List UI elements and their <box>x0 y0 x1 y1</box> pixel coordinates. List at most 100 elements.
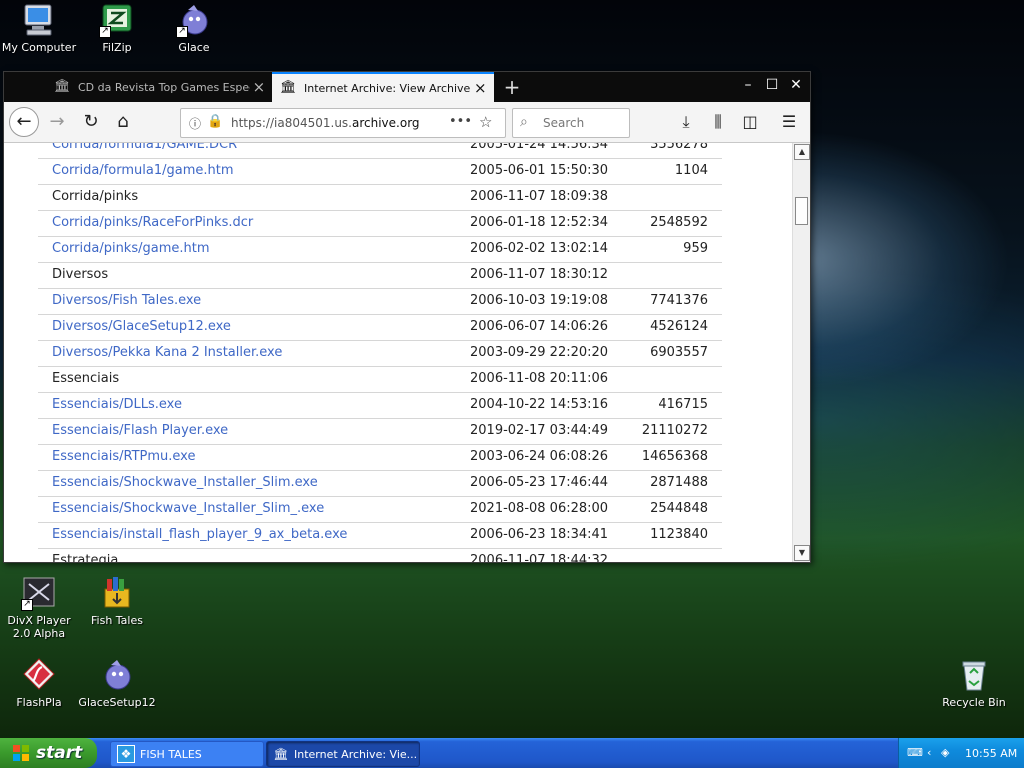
file-size: 2544848 <box>650 501 708 516</box>
file-date: 2006-05-23 17:46:44 <box>470 475 609 490</box>
desktop-icon-label: My Computer <box>1 41 77 54</box>
desktop-icon-fish-tales[interactable]: Fish Tales <box>78 575 156 627</box>
network-icon[interactable]: ◈ <box>941 746 949 759</box>
search-field[interactable]: ⌕ Search <box>512 108 630 138</box>
file-link[interactable]: Essenciais/DLLs.exe <box>52 397 182 412</box>
file-link[interactable]: Corrida/pinks/RaceForPinks.dcr <box>52 215 253 230</box>
bookmark-star-icon[interactable]: ☆ <box>479 113 492 131</box>
desktop-icon-glacesetup12[interactable]: GlaceSetup12 <box>78 657 156 709</box>
maximize-button[interactable]: ☐ <box>762 75 782 95</box>
vertical-scrollbar[interactable]: ▲ ▼ <box>792 143 810 562</box>
url-host: archive.org <box>352 116 420 130</box>
url-prefix: https://ia804501.us. <box>231 116 352 130</box>
file-size: 1104 <box>674 163 708 178</box>
file-date: 2006-10-03 19:19:08 <box>470 293 609 308</box>
file-size: 14656368 <box>641 449 708 464</box>
new-tab-button[interactable]: + <box>500 75 524 99</box>
table-row: Corrida/pinks/RaceForPinks.dcr 2006-01-18… <box>38 211 722 237</box>
file-link[interactable]: Corrida/pinks/game.htm <box>52 241 210 256</box>
minimize-button[interactable]: – <box>738 75 758 95</box>
menu-icon[interactable]: ☰ <box>775 107 803 137</box>
file-link[interactable]: Corrida/formula1/game.htm <box>52 163 234 178</box>
close-tab-icon[interactable]: × <box>250 78 268 96</box>
taskbar-button-label: Internet Archive: Vie... <box>294 747 418 761</box>
file-link[interactable]: Diversos/Fish Tales.exe <box>52 293 201 308</box>
desktop-icon-my-computer[interactable]: My Computer <box>0 2 78 54</box>
installer-box-icon <box>99 575 135 611</box>
archive-favicon-icon: 🏛 <box>280 80 297 95</box>
file-link[interactable]: Essenciais/Shockwave_Installer_Slim.exe <box>52 475 318 490</box>
sidebar-icon[interactable]: ◫ <box>736 107 764 137</box>
table-row: Corrida/pinks 2006-11-07 18:09:38 <box>38 185 722 211</box>
desktop-icon-glace[interactable]: ↗ Glace <box>155 2 233 54</box>
start-button[interactable]: start <box>0 738 97 768</box>
close-tab-icon[interactable]: × <box>470 79 490 97</box>
file-date: 2006-02-02 13:02:14 <box>470 241 609 256</box>
archive-favicon-icon: 🏛 <box>54 79 71 94</box>
flash-player-icon <box>21 657 57 693</box>
file-date: 2006-11-07 18:30:12 <box>470 267 609 282</box>
page-actions-icon[interactable]: ••• <box>449 114 472 129</box>
file-link[interactable]: Essenciais/RTPmu.exe <box>52 449 195 464</box>
address-bar[interactable]: ⓘ 🔒 https://ia804501.us.archive.org ••• … <box>180 108 506 138</box>
taskbar-button-internet-archive[interactable]: 🏛 Internet Archive: Vie... <box>266 741 420 767</box>
file-size: 21110272 <box>641 423 708 438</box>
file-date: 2004-10-22 14:53:16 <box>470 397 609 412</box>
desktop-icon-filzip[interactable]: ↗ FilZip <box>78 2 156 54</box>
tab-internet-archive[interactable]: 🏛 Internet Archive: View Archive × <box>272 72 494 102</box>
tab-title: CD da Revista Top Games Especial <box>78 80 250 94</box>
search-placeholder: Search <box>543 116 585 130</box>
glace-icon <box>99 657 135 693</box>
file-date: 2006-11-07 18:09:38 <box>470 189 609 204</box>
taskbar-button-fish-tales[interactable]: ❖ FISH TALES <box>110 741 264 767</box>
table-row: Essenciais/RTPmu.exe 2003-06-24 06:08:26 1… <box>38 445 722 471</box>
table-row: Essenciais 2006-11-08 20:11:06 <box>38 367 722 393</box>
desktop-icon-label: FlashPla <box>16 696 62 709</box>
file-link[interactable]: Corrida/formula1/GAME.DCR <box>52 143 237 152</box>
downloads-icon[interactable]: ⤓ <box>672 107 700 137</box>
computer-icon <box>21 2 57 38</box>
file-size: 959 <box>683 241 708 256</box>
folder-name: Estrategia <box>52 553 119 562</box>
tab-cd-revista[interactable]: 🏛 CD da Revista Top Games Especial × <box>46 72 268 102</box>
shortcut-arrow-icon: ↗ <box>176 26 188 38</box>
file-link[interactable]: Essenciais/Shockwave_Installer_Slim_.exe <box>52 501 324 516</box>
desktop-icon-label: Fish Tales <box>91 614 143 627</box>
file-link[interactable]: Essenciais/install_flash_player_9_ax_bet… <box>52 527 347 542</box>
table-row: Corrida/formula1/GAME.DCR 2005-01-24 14:5… <box>38 143 722 159</box>
desktop-icon-divx-player[interactable]: ↗ DivX Player 2.0 Alpha <box>0 575 78 640</box>
file-date: 2006-11-07 18:44:32 <box>470 553 609 562</box>
back-button[interactable]: ← <box>9 107 39 137</box>
scrollbar-thumb[interactable] <box>795 197 808 225</box>
desktop-icon-flashpla[interactable]: FlashPla <box>0 657 78 709</box>
home-button[interactable]: ⌂ <box>108 107 138 137</box>
reload-button[interactable]: ↻ <box>76 107 106 137</box>
file-link[interactable]: Essenciais/Flash Player.exe <box>52 423 228 438</box>
recycle-bin-icon <box>956 657 992 693</box>
library-icon[interactable]: ⫼ <box>704 107 732 137</box>
lock-icon: 🔒 <box>207 114 224 129</box>
file-link[interactable]: Diversos/GlaceSetup12.exe <box>52 319 231 334</box>
fish-tales-app-icon: ❖ <box>117 745 135 763</box>
info-icon[interactable]: ⓘ <box>189 115 201 132</box>
url-text: https://ia804501.us.archive.org <box>231 116 420 130</box>
desktop-icon-label: GlaceSetup12 <box>78 696 156 709</box>
table-row: Diversos/GlaceSetup12.exe 2006-06-07 14:0… <box>38 315 722 341</box>
desktop-icon-label: Glace <box>178 41 210 54</box>
desktop-icon-label: DivX Player 2.0 Alpha <box>7 614 71 640</box>
desktop-icon-label: FilZip <box>102 41 132 54</box>
scroll-down-icon[interactable]: ▼ <box>794 545 810 561</box>
windows-logo-icon <box>12 744 30 762</box>
folder-name: Essenciais <box>52 371 120 386</box>
system-tray: ⌨ ‹ ◈ 10:55 AM <box>898 738 1024 768</box>
glace-icon: ↗ <box>176 2 212 38</box>
table-row: Diversos/Fish Tales.exe 2006-10-03 19:19:… <box>38 289 722 315</box>
tray-expand-icon[interactable]: ‹ <box>927 746 931 759</box>
close-window-button[interactable]: ✕ <box>786 75 806 95</box>
keyboard-icon[interactable]: ⌨ <box>907 746 923 759</box>
taskbar: start ❖ FISH TALES 🏛 Internet Archive: V… <box>0 738 1024 768</box>
scroll-up-icon[interactable]: ▲ <box>794 144 810 160</box>
desktop-icon-recycle-bin[interactable]: Recycle Bin <box>935 657 1013 709</box>
forward-button[interactable]: → <box>42 107 72 137</box>
file-link[interactable]: Diversos/Pekka Kana 2 Installer.exe <box>52 345 282 360</box>
